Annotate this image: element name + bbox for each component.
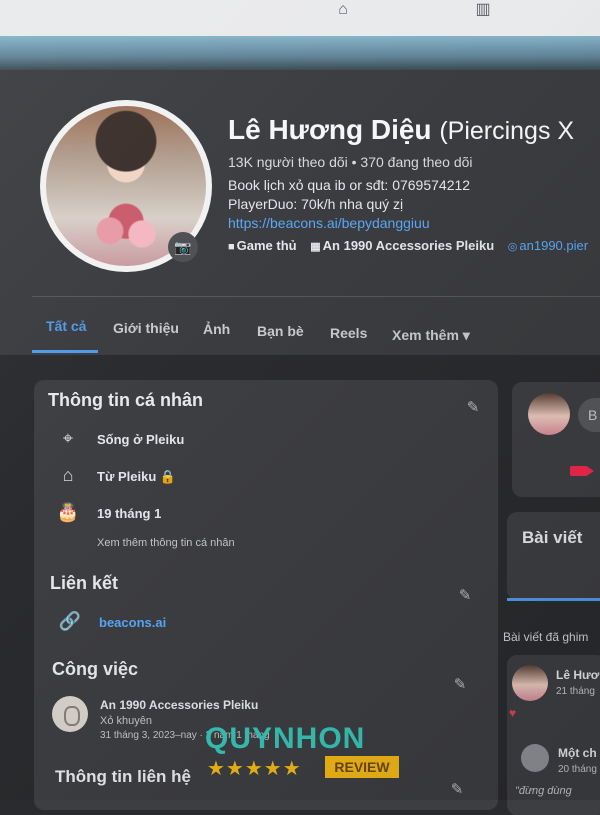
work-title: Công việc — [52, 659, 139, 679]
watermark-brand: QUYNHON — [205, 722, 366, 755]
tag-work-label: An 1990 Accessories Pleiku — [322, 238, 495, 253]
bio-line-2: PlayerDuo: 70k/h nha quý zị — [228, 196, 404, 212]
tab-more[interactable]: Xem thêm ▾ — [392, 327, 470, 344]
tag-work[interactable]: ▦ An 1990 Accessories Pleiku — [310, 238, 494, 253]
location-pin-icon: ⌖ — [62, 428, 74, 448]
comment-time: 20 tháng — [558, 764, 597, 775]
links-title: Liên kết — [50, 573, 119, 593]
post-author-avatar[interactable] — [512, 665, 548, 701]
followers-count[interactable]: 13K người theo dõi • 370 đang theo dõi — [228, 154, 473, 170]
tag-game: ■ Game thủ — [228, 238, 297, 253]
bio-link[interactable]: https://beacons.ai/bepydanggiuu — [228, 215, 430, 231]
edit-work-pencil-icon[interactable]: ✎ — [450, 675, 470, 695]
post-emoji: ♥ — [509, 706, 517, 720]
gamepad-icon: ■ — [228, 241, 235, 253]
tab-all[interactable]: Tất cả — [46, 318, 86, 334]
tag-instagram-label: an1990.pier — [519, 238, 589, 253]
building-icon: ▦ — [310, 241, 321, 253]
edit-contact-pencil-icon[interactable]: ✎ — [447, 780, 467, 800]
comment-author-name[interactable]: Một ch — [558, 746, 597, 760]
profile-name: Lê Hương Diệu (Piercings X — [228, 114, 574, 146]
post-author-name[interactable]: Lê Hươ — [556, 668, 599, 682]
profile-name-main: Lê Hương Diệu — [228, 114, 432, 145]
company-logo[interactable] — [52, 696, 88, 732]
tab-reels[interactable]: Reels — [330, 325, 367, 341]
profile-tags: ■ Game thủ ▦ An 1990 Accessories Pleiku ◎ a… — [228, 238, 598, 253]
star-rating-icon: ★★★★★ — [207, 758, 302, 780]
edit-links-pencil-icon[interactable]: ✎ — [455, 586, 475, 606]
bio-line-1: Book lịch xỏ qua ib or sđt: 0769574212 — [228, 177, 471, 193]
chart-icon[interactable]: ▥ — [472, 0, 494, 20]
tab-photos[interactable]: Ảnh — [203, 321, 230, 337]
links-url[interactable]: beacons.ai — [99, 615, 166, 630]
hometown-text: Từ Pleiku 🔒 — [97, 469, 177, 484]
instagram-icon: ◎ — [507, 241, 518, 253]
work-role: Xỏ khuyên — [100, 715, 152, 727]
post-time: 21 tháng — [556, 686, 595, 697]
tag-instagram[interactable]: ◎ an1990.pier — [508, 238, 588, 253]
intro-title: Thông tin cá nhân — [48, 390, 203, 410]
birthday-text: 19 tháng 1 — [97, 506, 162, 521]
header-divider — [32, 296, 600, 297]
profile-name-alt: (Piercings X — [439, 117, 575, 145]
top-navigation-bar: ⌂ ▥ — [0, 0, 600, 36]
active-tab-indicator — [32, 350, 98, 353]
camera-icon[interactable]: 📷 — [168, 232, 198, 262]
edit-intro-pencil-icon[interactable]: ✎ — [463, 398, 483, 418]
link-chain-icon: 🔗 — [58, 611, 82, 631]
lives-in-text: Sống ở Pleiku — [97, 432, 185, 447]
home-icon[interactable]: ⌂ — [332, 0, 354, 20]
home-icon: ⌂ — [62, 465, 74, 485]
comment-text: "đừng dùng — [515, 785, 572, 797]
tab-friends[interactable]: Bạn bè — [257, 323, 304, 339]
create-post-avatar — [528, 393, 570, 435]
birthday-cake-icon: 🎂 — [56, 502, 80, 522]
pinned-posts-label: Bài viết đã ghim — [503, 630, 589, 644]
tab-about[interactable]: Giới thiệu — [113, 320, 179, 336]
work-company[interactable]: An 1990 Accessories Pleiku — [100, 698, 258, 712]
watermark-review-badge: REVIEW — [325, 756, 399, 778]
live-video-icon[interactable] — [570, 466, 594, 476]
posts-tab-indicator — [507, 598, 600, 601]
comment-author-avatar[interactable] — [521, 744, 549, 772]
posts-title: Bài viết — [522, 528, 583, 547]
tag-game-label: Game thủ — [236, 238, 297, 253]
see-more-info-link[interactable]: Xem thêm thông tin cá nhân — [97, 537, 235, 549]
posts-header-card — [507, 512, 600, 600]
cover-photo-strip — [0, 36, 600, 70]
contact-title: Thông tin liên hệ — [55, 767, 191, 786]
